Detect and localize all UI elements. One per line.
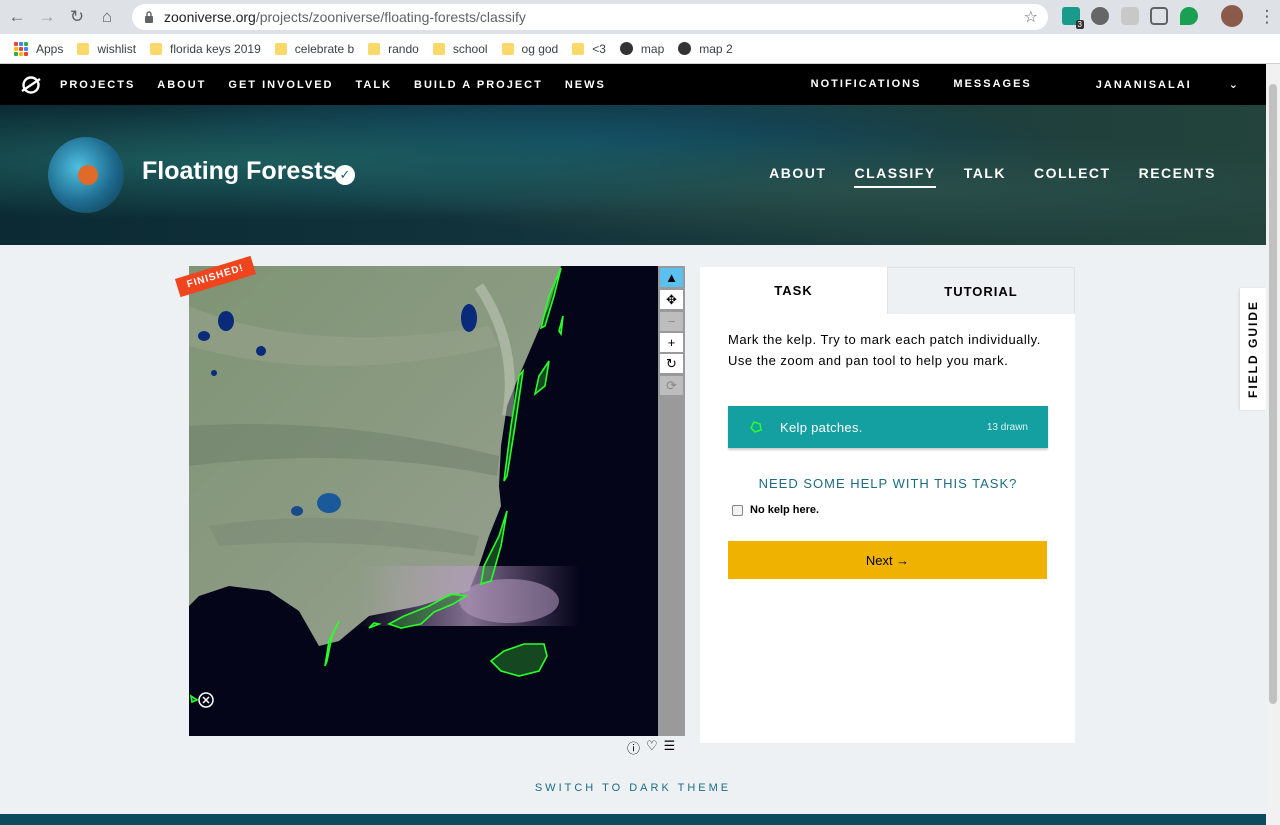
bookmark-school[interactable]: school xyxy=(432,42,488,56)
profile-avatar[interactable] xyxy=(1221,5,1243,27)
nav-right: NOTIFICATIONS MESSAGES JANANISALAI ⌄ xyxy=(779,78,1240,91)
zooniverse-nav: PROJECTS ABOUT GET INVOLVED TALK BUILD A… xyxy=(0,64,1266,105)
field-guide-label: FIELD GUIDE xyxy=(1246,299,1260,399)
project-tab-about[interactable]: ABOUT xyxy=(769,165,826,188)
bookmark-rando[interactable]: rando xyxy=(368,42,419,56)
tab-tutorial[interactable]: TUTORIAL xyxy=(887,267,1075,314)
subject-meta-icons: ⓘ ♡ ☰ xyxy=(627,738,675,757)
kelp-patches-tool[interactable]: Kelp patches. 13 drawn xyxy=(728,406,1048,448)
no-kelp-checkbox[interactable] xyxy=(732,504,743,516)
map-icon xyxy=(678,42,692,55)
home-icon[interactable]: ⌂ xyxy=(94,4,120,30)
bookmark-florida-keys[interactable]: florida keys 2019 xyxy=(150,42,261,56)
nav-build-a-project[interactable]: BUILD A PROJECT xyxy=(414,79,543,91)
nav-about[interactable]: ABOUT xyxy=(157,79,206,91)
project-header: Floating Forests ✓ ABOUT CLASSIFY TALK C… xyxy=(0,105,1266,245)
folder-icon xyxy=(432,42,445,55)
extension-badge: 3 xyxy=(1075,20,1084,29)
chevron-down-icon: ⌄ xyxy=(1228,79,1240,91)
polygon-tool-icon xyxy=(750,421,762,433)
task-instructions: Mark the kelp. Try to mark each patch in… xyxy=(728,332,1041,368)
reload-icon[interactable]: ↻ xyxy=(64,4,90,30)
folder-icon xyxy=(150,42,163,55)
task-panel: TASK TUTORIAL Mark the kelp. Try to mark… xyxy=(700,267,1075,743)
nav-talk[interactable]: TALK xyxy=(356,79,393,91)
nav-get-involved[interactable]: GET INVOLVED xyxy=(228,79,333,91)
pan-icon[interactable]: ✥ xyxy=(660,290,683,309)
extension-shield-icon[interactable]: 3 xyxy=(1062,7,1084,29)
bookmarks-bar: Apps wishlist florida keys 2019 celebrat… xyxy=(0,34,1280,64)
avatar-blob xyxy=(78,165,98,185)
username: JANANISALAI xyxy=(1095,79,1192,91)
folder-icon xyxy=(77,42,90,55)
bookmark-map-2[interactable]: map 2 xyxy=(678,42,733,56)
project-title[interactable]: Floating Forests xyxy=(142,157,336,186)
url-domain: zooniverse.org xyxy=(164,9,256,25)
kelp-drawn-count: 13 drawn xyxy=(986,421,1028,433)
verified-check-icon: ✓ xyxy=(335,165,355,185)
zoom-out-icon[interactable]: − xyxy=(660,312,683,331)
nav-messages[interactable]: MESSAGES xyxy=(953,78,1031,91)
scrollbar-thumb[interactable] xyxy=(1269,84,1277,704)
nav-notifications[interactable]: NOTIFICATIONS xyxy=(811,78,922,91)
project-nav: ABOUT CLASSIFY TALK COLLECT RECENTS xyxy=(741,165,1216,188)
forward-icon[interactable]: → xyxy=(34,4,60,30)
field-guide-tab[interactable]: FIELD GUIDE xyxy=(1240,288,1266,410)
kelp-tool-label: Kelp patches. xyxy=(780,419,863,435)
folder-icon xyxy=(274,42,287,55)
extension-circle-icon[interactable] xyxy=(1091,7,1109,25)
project-tab-talk[interactable]: TALK xyxy=(964,165,1006,188)
pointer-icon[interactable]: ▲ xyxy=(660,268,683,287)
menu-icon[interactable]: ⋮ xyxy=(1254,4,1280,30)
url-path: /projects/zooniverse/floating-forests/cl… xyxy=(255,9,526,25)
zoom-in-icon[interactable]: + xyxy=(660,333,683,352)
project-tab-collect[interactable]: COLLECT xyxy=(1034,165,1111,188)
satellite-image[interactable] xyxy=(189,266,658,736)
bookmark-heart[interactable]: <3 xyxy=(572,42,606,56)
address-bar[interactable]: zooniverse.org/projects/zooniverse/float… xyxy=(132,4,1048,30)
folder-icon xyxy=(501,42,514,55)
rotate-icon[interactable]: ↻ xyxy=(660,354,683,373)
task-help-link[interactable]: NEED SOME HELP WITH THIS TASK? xyxy=(728,476,1048,491)
project-avatar[interactable] xyxy=(48,137,124,213)
extension-grid-icon[interactable] xyxy=(1150,7,1168,25)
page-scrollbar[interactable] xyxy=(1266,64,1280,825)
back-icon[interactable]: ← xyxy=(4,4,30,30)
apps-grid-icon xyxy=(14,41,28,56)
bookmark-apps[interactable]: Apps xyxy=(14,41,63,56)
extension-leaf-icon[interactable] xyxy=(1180,7,1198,25)
project-tab-classify[interactable]: CLASSIFY xyxy=(854,165,936,188)
zooniverse-logo-icon[interactable] xyxy=(20,74,42,96)
folder-icon xyxy=(572,42,585,55)
folder-icon xyxy=(368,42,381,55)
switch-dark-theme-link[interactable]: SWITCH TO DARK THEME xyxy=(0,782,1266,794)
info-icon[interactable]: ⓘ xyxy=(627,738,640,757)
bookmark-map[interactable]: map xyxy=(619,42,664,56)
nav-projects[interactable]: PROJECTS xyxy=(60,79,135,91)
footer-bar xyxy=(0,814,1266,825)
image-toolbar: ▲ ✥ − + ↻ ⟳ xyxy=(658,266,685,736)
collections-list-icon[interactable]: ☰ xyxy=(664,738,676,757)
lock-icon xyxy=(145,11,153,23)
globe-icon xyxy=(619,42,633,55)
no-kelp-label: No kelp here. xyxy=(750,504,820,516)
bookmark-og-god[interactable]: og god xyxy=(501,42,558,56)
reset-icon[interactable]: ⟳ xyxy=(660,376,683,395)
project-tab-recents[interactable]: RECENTS xyxy=(1139,165,1216,188)
tab-task[interactable]: TASK xyxy=(700,267,887,314)
no-kelp-option[interactable]: No kelp here. xyxy=(732,504,819,516)
nav-news[interactable]: NEWS xyxy=(565,79,606,91)
favorite-heart-icon[interactable]: ♡ xyxy=(646,738,658,757)
extension-page-icon[interactable] xyxy=(1121,7,1139,25)
browser-toolbar: ← → ↻ ⌂ zooniverse.org/projects/zooniver… xyxy=(0,0,1280,34)
subject-image[interactable] xyxy=(189,266,658,736)
bookmark-star-icon[interactable]: ☆ xyxy=(1024,7,1038,27)
bookmark-wishlist[interactable]: wishlist xyxy=(77,42,136,56)
next-button[interactable]: Next → xyxy=(728,541,1047,579)
nav-user-menu[interactable]: JANANISALAI ⌄ xyxy=(1064,78,1240,91)
bookmark-celebrate[interactable]: celebrate b xyxy=(274,42,354,56)
